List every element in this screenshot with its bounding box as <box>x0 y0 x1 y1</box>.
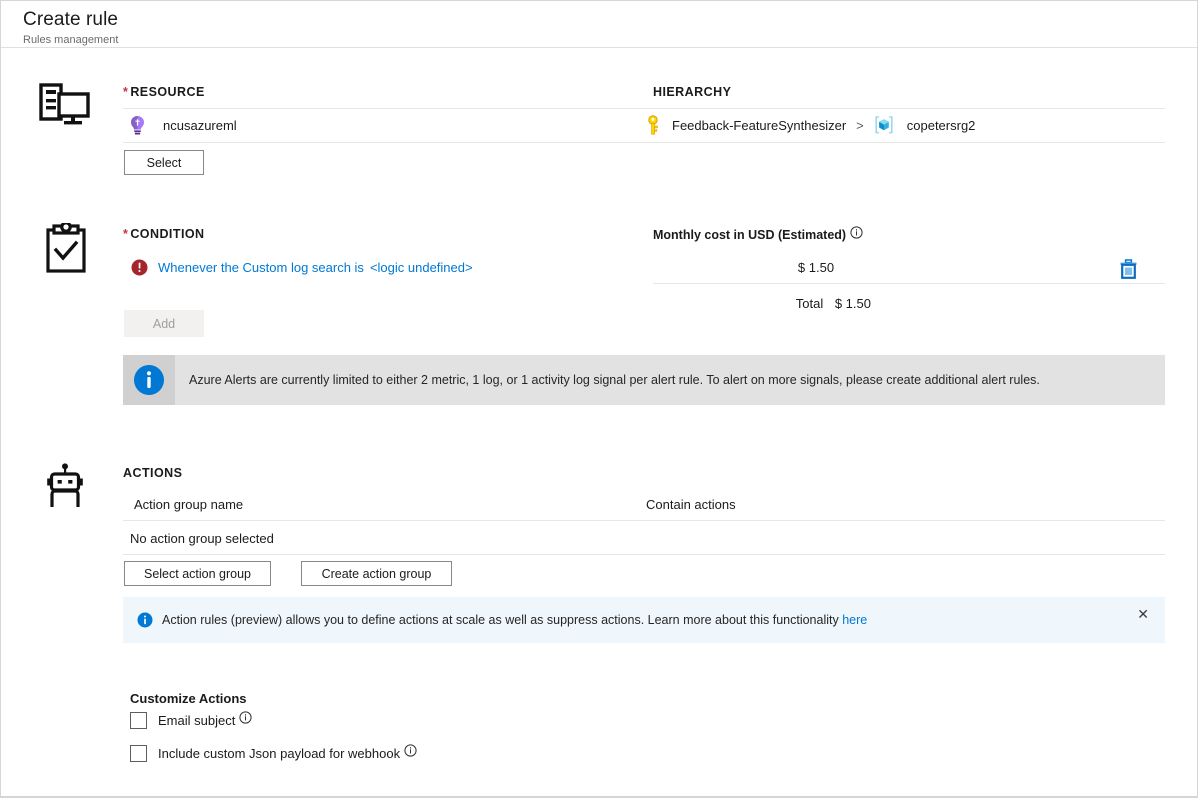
action-group-name-header: Action group name <box>134 497 243 512</box>
condition-row-cost: $ 1.50 <box>761 260 871 275</box>
breadcrumb-separator: > <box>856 118 864 133</box>
info-circle-filled-icon <box>137 612 153 628</box>
select-action-group-button[interactable]: Select action group <box>124 561 271 586</box>
actions-header-divider <box>123 520 1165 521</box>
email-subject-row[interactable]: Email subject <box>130 711 252 729</box>
resource-header-divider <box>123 108 1165 109</box>
condition-label-text: CONDITION <box>130 227 204 241</box>
info-circle-icon[interactable] <box>239 711 252 729</box>
contain-actions-header: Contain actions <box>646 497 736 512</box>
banner-icon-box <box>123 355 175 405</box>
close-icon[interactable]: ✕ <box>1133 603 1153 625</box>
no-action-group-row: No action group selected <box>130 531 274 546</box>
condition-text-logic[interactable]: <logic undefined> <box>370 260 473 275</box>
subscription-name: Feedback-FeatureSynthesizer <box>672 118 846 133</box>
page-header: Create rule Rules management <box>1 1 1198 48</box>
condition-label: *CONDITION <box>123 227 205 241</box>
resource-row-divider <box>123 142 1165 143</box>
action-rules-preview-banner: Action rules (preview) allows you to def… <box>123 597 1165 643</box>
resource-label-text: RESOURCE <box>130 85 204 99</box>
total-cost-row: Total $ 1.50 <box>653 296 871 311</box>
total-cost-value: $ 1.50 <box>835 296 871 311</box>
resource-group-name: copetersrg2 <box>907 118 976 133</box>
robot-icon <box>43 463 87 514</box>
error-circle-icon <box>131 259 148 276</box>
resource-item[interactable]: ncusazureml <box>129 115 237 136</box>
create-rule-page: Create rule Rules management *RESOURCE H… <box>0 0 1198 798</box>
actions-label: ACTIONS <box>123 466 182 480</box>
cost-column-header: Monthly cost in USD (Estimated) <box>653 226 863 244</box>
cost-row-divider <box>653 283 1165 284</box>
clipboard-check-icon <box>45 223 87 278</box>
create-action-group-button[interactable]: Create action group <box>301 561 452 586</box>
add-condition-button[interactable]: Add <box>124 310 204 337</box>
hierarchy-breadcrumb: Feedback-FeatureSynthesizer > copetersrg… <box>646 115 975 135</box>
resource-label: *RESOURCE <box>123 85 205 99</box>
json-payload-label[interactable]: Include custom Json payload for webhook <box>158 746 400 761</box>
resource-group-cube-icon <box>874 116 894 134</box>
condition-required-marker: * <box>123 227 128 241</box>
delete-condition-button[interactable] <box>1119 259 1138 284</box>
trash-icon <box>1119 259 1138 279</box>
email-subject-checkbox[interactable] <box>130 712 147 729</box>
json-payload-checkbox[interactable] <box>130 745 147 762</box>
select-resource-button[interactable]: Select <box>124 150 204 175</box>
actions-row-divider <box>123 554 1165 555</box>
action-rules-preview-text: Action rules (preview) allows you to def… <box>153 613 1133 627</box>
hierarchy-label: HIERARCHY <box>653 85 731 99</box>
application-insights-bulb-icon <box>129 115 146 136</box>
resource-required-marker: * <box>123 85 128 99</box>
alert-limit-banner-text: Azure Alerts are currently limited to ei… <box>175 355 1165 405</box>
info-circle-filled-icon <box>133 364 165 396</box>
condition-row[interactable]: Whenever the Custom log search is <logic… <box>131 259 473 276</box>
total-label: Total <box>796 296 823 311</box>
info-circle-icon[interactable] <box>404 744 417 762</box>
info-circle-icon[interactable] <box>850 226 863 244</box>
page-subtitle: Rules management <box>23 33 1198 47</box>
email-subject-label[interactable]: Email subject <box>158 713 235 728</box>
alert-limit-banner: Azure Alerts are currently limited to ei… <box>123 355 1165 405</box>
customize-actions-title: Customize Actions <box>130 691 247 706</box>
action-rules-preview-message: Action rules (preview) allows you to def… <box>162 613 839 627</box>
condition-text-prefix[interactable]: Whenever the Custom log search is <box>158 260 364 275</box>
learn-more-here-link[interactable]: here <box>842 613 867 627</box>
key-icon <box>646 115 660 135</box>
resource-item-name: ncusazureml <box>163 118 237 133</box>
page-title: Create rule <box>23 8 1198 32</box>
desktop-computer-icon <box>39 83 91 134</box>
json-payload-row[interactable]: Include custom Json payload for webhook <box>130 744 417 762</box>
cost-column-header-text: Monthly cost in USD (Estimated) <box>653 228 846 242</box>
